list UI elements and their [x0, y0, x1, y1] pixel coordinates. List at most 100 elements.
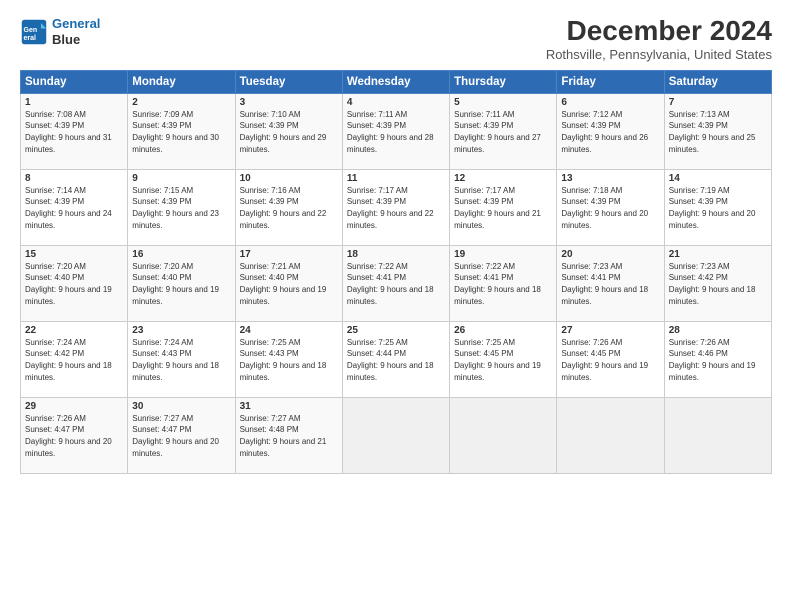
day-cell [557, 397, 664, 473]
day-number: 16 [132, 249, 230, 260]
day-info: Sunrise: 7:16 AMSunset: 4:39 PMDaylight:… [240, 186, 327, 230]
day-cell: 6Sunrise: 7:12 AMSunset: 4:39 PMDaylight… [557, 93, 664, 169]
day-info: Sunrise: 7:22 AMSunset: 4:41 PMDaylight:… [454, 262, 541, 306]
svg-text:Gen: Gen [24, 27, 38, 34]
day-number: 22 [25, 325, 123, 336]
header-monday: Monday [128, 70, 235, 93]
day-info: Sunrise: 7:11 AMSunset: 4:39 PMDaylight:… [347, 110, 434, 154]
week-row-1: 1 Sunrise: 7:08 AMSunset: 4:39 PMDaylight… [21, 93, 772, 169]
day-number: 19 [454, 249, 552, 260]
day-info: Sunrise: 7:26 AMSunset: 4:47 PMDaylight:… [25, 414, 112, 458]
title-block: December 2024 Rothsville, Pennsylvania, … [546, 16, 772, 62]
day-number: 5 [454, 97, 552, 108]
day-info: Sunrise: 7:18 AMSunset: 4:39 PMDaylight:… [561, 186, 648, 230]
logo-line1: General [52, 16, 100, 31]
calendar-page: Gen eral General Blue December 2024 Roth… [0, 0, 792, 612]
day-info: Sunrise: 7:25 AMSunset: 4:43 PMDaylight:… [240, 338, 327, 382]
day-cell: 29 Sunrise: 7:26 AMSunset: 4:47 PMDayligh… [21, 397, 128, 473]
day-info: Sunrise: 7:24 AMSunset: 4:43 PMDaylight:… [132, 338, 219, 382]
day-info: Sunrise: 7:23 AMSunset: 4:41 PMDaylight:… [561, 262, 648, 306]
day-cell [664, 397, 771, 473]
day-cell: 31Sunrise: 7:27 AMSunset: 4:48 PMDayligh… [235, 397, 342, 473]
day-number: 1 [25, 97, 123, 108]
day-cell: 13 Sunrise: 7:18 AMSunset: 4:39 PMDayligh… [557, 169, 664, 245]
header-thursday: Thursday [450, 70, 557, 93]
day-info: Sunrise: 7:20 AMSunset: 4:40 PMDaylight:… [25, 262, 112, 306]
day-cell: 11 Sunrise: 7:17 AMSunset: 4:39 PMDayligh… [342, 169, 449, 245]
header-saturday: Saturday [664, 70, 771, 93]
day-number: 26 [454, 325, 552, 336]
day-cell: 8Sunrise: 7:14 AMSunset: 4:39 PMDaylight… [21, 169, 128, 245]
logo-icon: Gen eral [20, 18, 48, 46]
day-cell: 21Sunrise: 7:23 AMSunset: 4:42 PMDayligh… [664, 245, 771, 321]
day-info: Sunrise: 7:17 AMSunset: 4:39 PMDaylight:… [454, 186, 541, 230]
day-number: 2 [132, 97, 230, 108]
day-cell: 15 Sunrise: 7:20 AMSunset: 4:40 PMDayligh… [21, 245, 128, 321]
day-info: Sunrise: 7:11 AMSunset: 4:39 PMDaylight:… [454, 110, 541, 154]
day-cell: 3 Sunrise: 7:10 AMSunset: 4:39 PMDaylight… [235, 93, 342, 169]
day-info: Sunrise: 7:08 AMSunset: 4:39 PMDaylight:… [25, 110, 112, 154]
day-cell: 7 Sunrise: 7:13 AMSunset: 4:39 PMDaylight… [664, 93, 771, 169]
day-cell: 27Sunrise: 7:26 AMSunset: 4:45 PMDayligh… [557, 321, 664, 397]
day-cell: 2 Sunrise: 7:09 AMSunset: 4:39 PMDaylight… [128, 93, 235, 169]
day-cell: 10 Sunrise: 7:16 AMSunset: 4:39 PMDayligh… [235, 169, 342, 245]
day-info: Sunrise: 7:19 AMSunset: 4:39 PMDaylight:… [669, 186, 756, 230]
day-info: Sunrise: 7:17 AMSunset: 4:39 PMDaylight:… [347, 186, 434, 230]
day-number: 11 [347, 173, 445, 184]
day-info: Sunrise: 7:24 AMSunset: 4:42 PMDaylight:… [25, 338, 112, 382]
day-number: 12 [454, 173, 552, 184]
day-cell: 5 Sunrise: 7:11 AMSunset: 4:39 PMDaylight… [450, 93, 557, 169]
day-info: Sunrise: 7:25 AMSunset: 4:44 PMDaylight:… [347, 338, 434, 382]
day-number: 3 [240, 97, 338, 108]
day-cell: 17 Sunrise: 7:21 AMSunset: 4:40 PMDayligh… [235, 245, 342, 321]
day-info: Sunrise: 7:22 AMSunset: 4:41 PMDaylight:… [347, 262, 434, 306]
day-number: 9 [132, 173, 230, 184]
day-cell: 1 Sunrise: 7:08 AMSunset: 4:39 PMDaylight… [21, 93, 128, 169]
day-number: 7 [669, 97, 767, 108]
logo: Gen eral General Blue [20, 16, 100, 47]
day-cell [450, 397, 557, 473]
day-number: 17 [240, 249, 338, 260]
day-info: Sunrise: 7:21 AMSunset: 4:40 PMDaylight:… [240, 262, 327, 306]
calendar-subtitle: Rothsville, Pennsylvania, United States [546, 47, 772, 62]
day-number: 15 [25, 249, 123, 260]
day-cell [342, 397, 449, 473]
day-number: 28 [669, 325, 767, 336]
day-info: Sunrise: 7:13 AMSunset: 4:39 PMDaylight:… [669, 110, 756, 154]
header-wednesday: Wednesday [342, 70, 449, 93]
day-number: 18 [347, 249, 445, 260]
day-number: 6 [561, 97, 659, 108]
header-row: SundayMondayTuesdayWednesdayThursdayFrid… [21, 70, 772, 93]
week-row-5: 29 Sunrise: 7:26 AMSunset: 4:47 PMDayligh… [21, 397, 772, 473]
calendar-table: SundayMondayTuesdayWednesdayThursdayFrid… [20, 70, 772, 474]
day-number: 20 [561, 249, 659, 260]
day-number: 29 [25, 401, 123, 412]
day-info: Sunrise: 7:26 AMSunset: 4:45 PMDaylight:… [561, 338, 648, 382]
day-number: 4 [347, 97, 445, 108]
day-number: 10 [240, 173, 338, 184]
day-cell: 26 Sunrise: 7:25 AMSunset: 4:45 PMDayligh… [450, 321, 557, 397]
day-cell: 25 Sunrise: 7:25 AMSunset: 4:44 PMDayligh… [342, 321, 449, 397]
day-info: Sunrise: 7:09 AMSunset: 4:39 PMDaylight:… [132, 110, 219, 154]
day-cell: 30Sunrise: 7:27 AMSunset: 4:47 PMDayligh… [128, 397, 235, 473]
day-info: Sunrise: 7:20 AMSunset: 4:40 PMDaylight:… [132, 262, 219, 306]
day-info: Sunrise: 7:26 AMSunset: 4:46 PMDaylight:… [669, 338, 756, 382]
day-number: 25 [347, 325, 445, 336]
day-number: 14 [669, 173, 767, 184]
day-cell: 12 Sunrise: 7:17 AMSunset: 4:39 PMDayligh… [450, 169, 557, 245]
day-cell: 4 Sunrise: 7:11 AMSunset: 4:39 PMDaylight… [342, 93, 449, 169]
header-tuesday: Tuesday [235, 70, 342, 93]
calendar-title: December 2024 [546, 16, 772, 47]
week-row-3: 15 Sunrise: 7:20 AMSunset: 4:40 PMDayligh… [21, 245, 772, 321]
day-number: 21 [669, 249, 767, 260]
day-info: Sunrise: 7:25 AMSunset: 4:45 PMDaylight:… [454, 338, 541, 382]
day-cell: 24 Sunrise: 7:25 AMSunset: 4:43 PMDayligh… [235, 321, 342, 397]
day-number: 31 [240, 401, 338, 412]
logo-line2: Blue [52, 32, 100, 48]
day-number: 13 [561, 173, 659, 184]
day-number: 24 [240, 325, 338, 336]
day-info: Sunrise: 7:10 AMSunset: 4:39 PMDaylight:… [240, 110, 327, 154]
header-sunday: Sunday [21, 70, 128, 93]
day-cell: 20 Sunrise: 7:23 AMSunset: 4:41 PMDayligh… [557, 245, 664, 321]
day-number: 30 [132, 401, 230, 412]
